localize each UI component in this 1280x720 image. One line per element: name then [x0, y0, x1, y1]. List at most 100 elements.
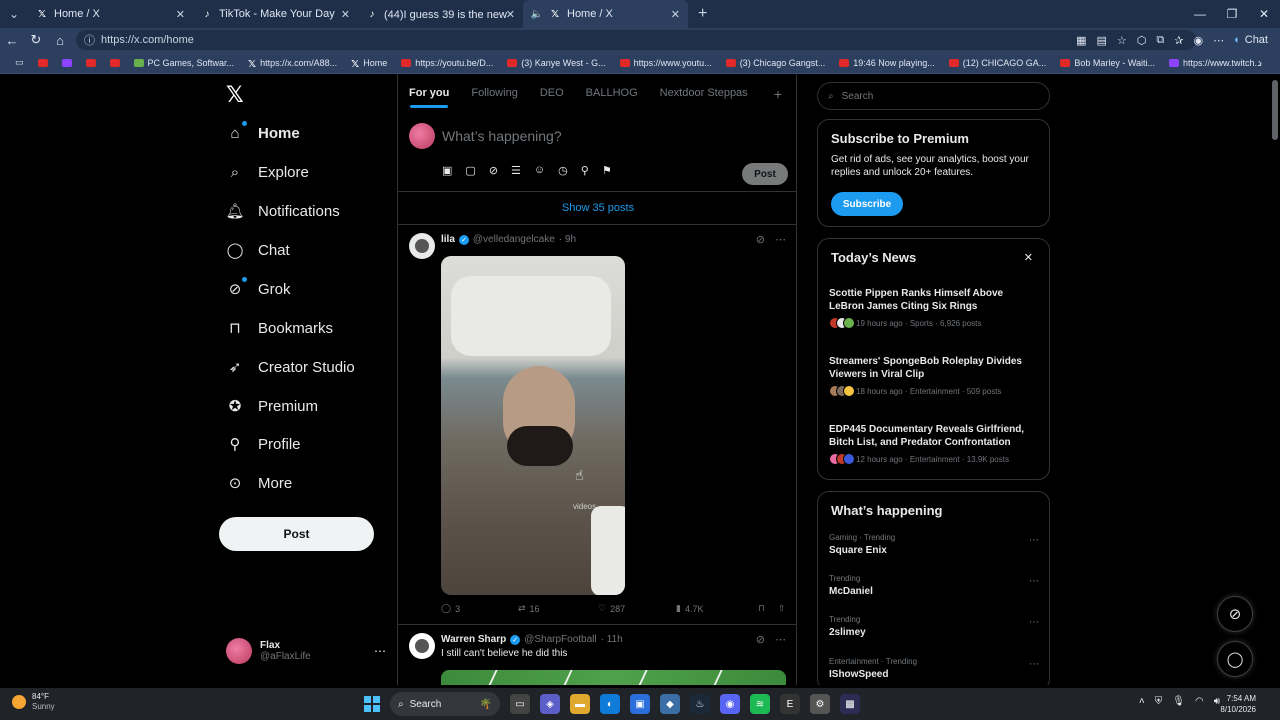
tab-search-icon[interactable]: ⌄ — [0, 0, 28, 28]
browser-tab-3[interactable]: ♪ (44)I guess 39 is the new 25 😂😂 ✕ — [358, 0, 523, 28]
reply-button[interactable]: ◯ 3 — [441, 603, 518, 614]
grok-icon[interactable]: ⊘ — [756, 633, 765, 646]
bookmark-item[interactable]: 𝕏 Home — [344, 58, 394, 70]
author-handle[interactable]: @velledangelcake — [473, 234, 555, 245]
chevron-up-icon[interactable]: ˄ — [1139, 696, 1145, 707]
more-horizontal-icon[interactable]: ⋯ — [775, 233, 786, 246]
trend-item[interactable]: Gaming · Trending Square Enix ⋯ — [829, 533, 1039, 556]
split-screen-icon[interactable]: ▦ — [1076, 34, 1086, 47]
image-icon[interactable]: ▣ — [442, 164, 452, 177]
more-horizontal-icon[interactable]: ⋯ — [1029, 535, 1039, 546]
account-switcher[interactable]: Flax @aFlaxLife ⋯ — [226, 638, 386, 664]
nav-premium[interactable]: ✪ Premium — [226, 397, 318, 416]
grok-icon[interactable]: ⊘ — [756, 233, 765, 246]
bookmark-item[interactable]: PC Games, Softwar... — [127, 58, 242, 68]
poll-icon[interactable]: ☰ — [511, 164, 521, 177]
apps-icon[interactable]: ▭ — [8, 57, 31, 68]
search-input[interactable]: ⌕ Search — [817, 82, 1050, 110]
app-icon[interactable]: ▩ — [840, 694, 860, 714]
taskbar-search[interactable]: ⌕ Search 🌴 — [390, 692, 500, 716]
tweet-time[interactable]: · 9h — [559, 234, 576, 245]
bookmark-item[interactable]: (3) Chicago Gangst... — [719, 58, 833, 68]
taskbar-clock[interactable]: 7:54 AM 8/10/2026 — [1220, 693, 1256, 715]
location-icon[interactable]: ⚲ — [581, 164, 589, 177]
trend-item[interactable]: Trending McDaniel ⋯ — [829, 574, 1039, 597]
show-new-posts[interactable]: Show 35 posts — [398, 192, 796, 225]
favorites-icon[interactable]: ✰ — [1174, 34, 1183, 47]
post-button[interactable]: Post — [219, 517, 374, 551]
bookmark-item[interactable]: 𝕏https://x.com/A88... — [241, 58, 344, 70]
volume-icon[interactable]: 🔊︎ — [1214, 696, 1220, 707]
more-horizontal-icon[interactable]: ⋯ — [1029, 659, 1039, 670]
restore-icon[interactable]: ❐ — [1216, 0, 1248, 28]
news-item[interactable]: EDP445 Documentary Reveals Girlfriend, B… — [829, 423, 1039, 465]
copilot-chat-button[interactable]: ◐ Chat — [1234, 34, 1268, 46]
more-horizontal-icon[interactable]: ⋯ — [1029, 576, 1039, 587]
tweet[interactable]: Warren Sharp ✓ @SharpFootball · 11h ⊘ ⋯ … — [398, 625, 796, 685]
bookmark-item[interactable]: (12) CHICAGO GA... — [942, 58, 1054, 68]
bookmark-item[interactable]: https://www.twitch... — [1162, 58, 1269, 68]
spotify-icon[interactable]: ≋ — [750, 694, 770, 714]
back-icon[interactable]: ← — [0, 33, 24, 48]
tweet-video[interactable]: videos — [441, 256, 625, 595]
nav-chat[interactable]: ◯ Chat — [226, 241, 290, 260]
tab-for-you[interactable]: For you — [398, 74, 460, 112]
close-window-icon[interactable]: ✕ — [1248, 0, 1280, 28]
author-name[interactable]: lila — [441, 234, 455, 245]
page-scrollbar[interactable] — [1272, 80, 1278, 140]
bookmark-item[interactable]: 19:46 Now playing... — [832, 58, 942, 68]
share-button[interactable]: ⇧ — [778, 603, 786, 614]
security-icon[interactable]: ⛨ — [1155, 696, 1163, 707]
close-icon[interactable]: ✕ — [1024, 251, 1033, 264]
new-tab-button[interactable]: + — [688, 5, 717, 23]
bookmark-item[interactable]: https://youtu.be/D... — [394, 58, 500, 68]
edge-browser-icon[interactable]: ◐ — [600, 694, 620, 714]
nav-notifications[interactable]: 🔔︎ Notifications — [225, 202, 339, 221]
nav-grok[interactable]: ⊘ Grok — [226, 277, 291, 298]
epic-games-icon[interactable]: E — [780, 694, 800, 714]
tab-nextdoor-steppas[interactable]: Nextdoor Steppas — [649, 74, 759, 112]
windows-start-icon[interactable] — [364, 696, 380, 712]
microphone-icon[interactable]: 🎙︎ — [1172, 696, 1185, 707]
news-item[interactable]: Streamers' SpongeBob Roleplay Divides Vi… — [829, 355, 1039, 397]
app-icon[interactable]: ◆ — [660, 694, 680, 714]
repost-button[interactable]: ⇄ 16 — [518, 603, 598, 614]
bookmark-item[interactable] — [79, 58, 103, 67]
author-handle[interactable]: @SharpFootball — [524, 634, 596, 645]
flag-icon[interactable]: ⚑ — [602, 164, 612, 177]
wifi-icon[interactable]: ◠ — [1195, 696, 1204, 707]
bookmark-item[interactable]: Bob Marley - Waiti... — [1053, 58, 1162, 68]
bookmark-item[interactable] — [31, 58, 55, 67]
avatar[interactable] — [409, 633, 435, 659]
browser-tab-1[interactable]: 𝕏 Home / X ✕ — [28, 0, 193, 28]
favorite-star-icon[interactable]: ☆ — [1117, 34, 1127, 47]
tweet-time[interactable]: · 11h — [601, 634, 623, 645]
tab-ballhog[interactable]: BALLHOG — [575, 74, 649, 112]
grok-icon[interactable]: ⊘ — [489, 164, 498, 177]
nav-more[interactable]: ⊙ More — [226, 474, 292, 493]
nav-profile[interactable]: ⚲ Profile — [226, 435, 301, 454]
like-button[interactable]: ♡ 287 — [598, 603, 676, 614]
nav-home[interactable]: ⌂ Home — [226, 121, 300, 142]
bookmark-item[interactable]: (3) Kanye West - G... — [500, 58, 612, 68]
more-horizontal-icon[interactable]: ⋯ — [775, 633, 786, 646]
minimize-icon[interactable]: — — [1184, 0, 1216, 28]
browser-tab-4[interactable]: 🔈 𝕏 Home / X ✕ — [523, 0, 688, 28]
grok-floating-button[interactable]: ⊘ — [1217, 596, 1253, 632]
tab-following[interactable]: Following — [460, 74, 528, 112]
discord-icon[interactable]: ◉ — [720, 694, 740, 714]
close-icon[interactable]: ✕ — [341, 8, 350, 21]
close-icon[interactable]: ✕ — [671, 8, 680, 21]
url-field[interactable]: ⓘ https://x.com/home — [76, 30, 1196, 50]
extensions-icon[interactable]: ⬡ — [1137, 34, 1147, 47]
settings-icon[interactable]: ⚙ — [810, 694, 830, 714]
gif-icon[interactable]: ▢ — [465, 164, 475, 177]
weather-widget[interactable]: 84°F Sunny — [12, 692, 55, 712]
copilot-app-icon[interactable]: ◈ — [540, 694, 560, 714]
collections-icon[interactable]: ⧉ — [1156, 34, 1164, 47]
trend-item[interactable]: Trending 2slimey ⋯ — [829, 615, 1039, 638]
avatar[interactable] — [409, 233, 435, 259]
composer-post-button[interactable]: Post — [742, 163, 788, 185]
more-horizontal-icon[interactable]: ⋯ — [1029, 617, 1039, 628]
subscribe-button[interactable]: Subscribe — [831, 192, 903, 216]
